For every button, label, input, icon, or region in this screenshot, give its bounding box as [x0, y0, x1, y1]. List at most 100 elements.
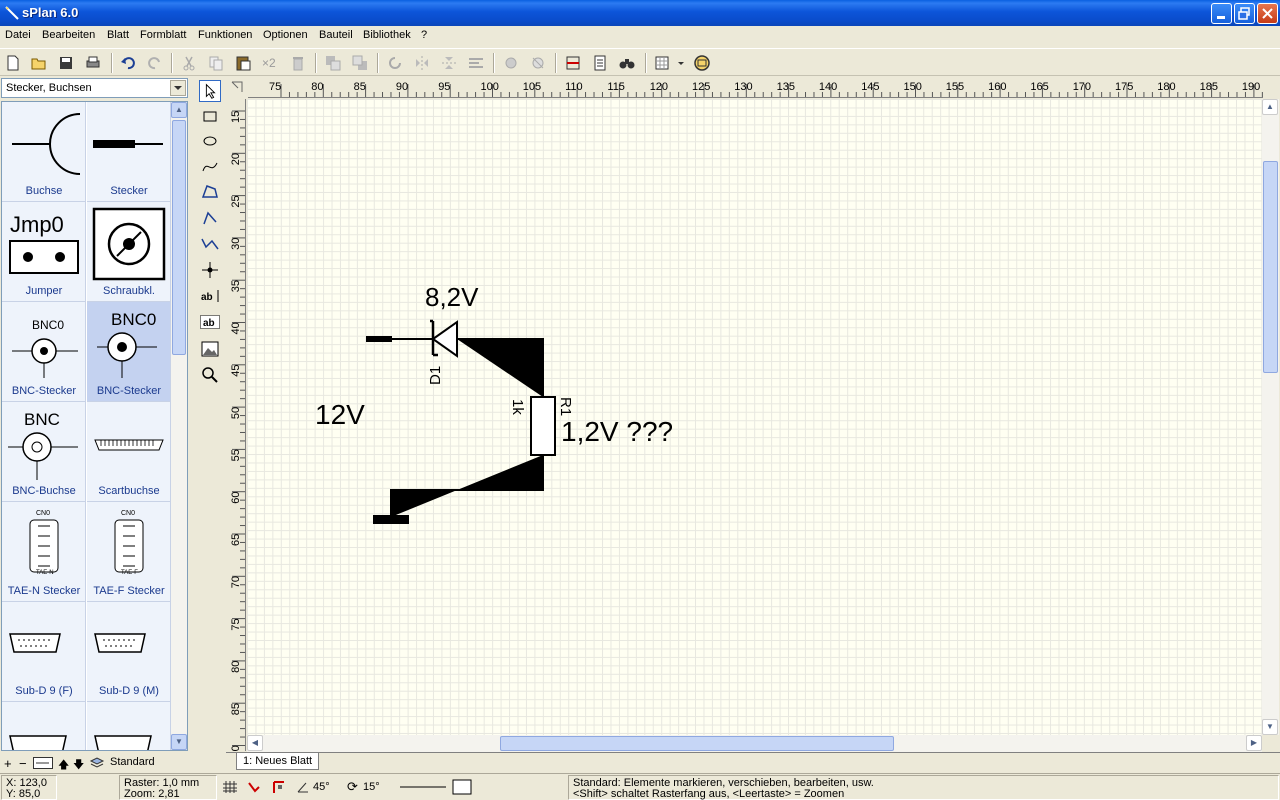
canvas-horizontal-scrollbar[interactable]: ◀ ▶	[247, 735, 1262, 752]
library-item-subd-partial[interactable]	[2, 702, 86, 750]
library-item-tae-f[interactable]: CN0 TAE-F TAE-F Stecker	[87, 502, 171, 602]
library-item-scartbuchse[interactable]: Scartbuchse	[87, 402, 171, 502]
scroll-right-icon[interactable]: ▶	[1246, 735, 1262, 751]
angle-snap-icon[interactable]	[296, 780, 310, 794]
input-voltage-label[interactable]: 12V	[315, 399, 365, 430]
zener-diode[interactable]	[430, 319, 458, 358]
rotate-snap-icon[interactable]: ⟳	[347, 779, 358, 795]
library-item-buchse[interactable]: Buchse	[2, 102, 86, 202]
duplicate-icon[interactable]: ×2	[262, 56, 280, 74]
menu-datei[interactable]: Datei	[5, 29, 31, 41]
library-item-subd9-f[interactable]: Sub-D 9 (F)	[2, 602, 86, 702]
delete-icon[interactable]	[289, 54, 307, 72]
menu-funktionen[interactable]: Funktionen	[198, 29, 252, 41]
menu-bibliothek[interactable]: Bibliothek	[363, 29, 411, 41]
library-item-bnc-stecker[interactable]: BNC0 BNC-Stecker	[2, 302, 86, 402]
scroll-down-icon[interactable]: ▼	[171, 734, 187, 750]
library-item-stecker[interactable]: Stecker	[87, 102, 171, 202]
resistor[interactable]	[530, 396, 556, 456]
mirror-h-icon[interactable]	[413, 54, 431, 72]
add-icon[interactable]: +	[4, 756, 12, 771]
library-item-bnc-buchse[interactable]: BNC BNC-Buchse	[2, 402, 86, 502]
new-file-icon[interactable]	[4, 54, 22, 72]
library-stack-icon[interactable]	[89, 756, 105, 770]
bom-icon[interactable]	[591, 54, 609, 72]
library-group-label[interactable]: Standard	[110, 756, 155, 768]
to-front-icon[interactable]	[324, 54, 342, 72]
zener-ref-label[interactable]: D1	[427, 366, 444, 385]
ellipse-tool-icon[interactable]	[199, 130, 221, 152]
junction-tool-icon[interactable]	[199, 259, 221, 281]
freehand-tool-icon[interactable]	[199, 155, 221, 177]
resistor-value-label[interactable]: 1k	[509, 399, 526, 415]
output-voltage-label[interactable]: 1,2V ???	[561, 416, 673, 447]
library-item-subd-partial[interactable]	[87, 702, 171, 750]
scroll-thumb[interactable]	[1263, 161, 1278, 373]
zoom-tool-icon[interactable]	[199, 364, 221, 386]
tab-sheet-1[interactable]: 1: Neues Blatt	[236, 753, 320, 770]
print-icon[interactable]	[84, 54, 102, 72]
snap-grid-icon[interactable]	[271, 780, 287, 794]
library-item-jumper[interactable]: Jmp0 Jumper	[2, 202, 86, 302]
mirror-v-icon[interactable]	[440, 54, 458, 72]
library-item-schraubkl[interactable]: Schraubkl.	[87, 202, 171, 302]
wire[interactable]	[390, 455, 544, 517]
menu-help[interactable]: ?	[421, 29, 427, 41]
pointer-tool-icon[interactable]	[199, 80, 221, 102]
zoom-icon[interactable]	[693, 54, 711, 72]
paste-icon[interactable]	[234, 54, 252, 72]
menu-optionen[interactable]: Optionen	[263, 29, 308, 41]
minimize-button[interactable]	[1211, 3, 1232, 24]
magnet-icon[interactable]	[246, 780, 262, 794]
undo-icon[interactable]	[119, 54, 137, 72]
copy-icon[interactable]	[207, 54, 225, 72]
ungroup-icon[interactable]	[529, 54, 547, 72]
angle-snap-value[interactable]: 45°	[313, 781, 330, 793]
scroll-left-icon[interactable]: ◀	[247, 735, 263, 751]
fill-style-icon[interactable]	[452, 779, 472, 795]
bezier-tool-icon[interactable]	[199, 233, 221, 255]
menu-bearbeiten[interactable]: Bearbeiten	[42, 29, 95, 41]
redo-icon[interactable]	[146, 54, 164, 72]
grid-toggle-icon[interactable]	[222, 780, 238, 794]
zener-value-label[interactable]: 8,2V	[425, 282, 479, 312]
ruler-horizontal[interactable]: 75 80 85 90 95 100 105 110 115 120 125 130 135 140 145…	[248, 78, 1263, 98]
input-connector[interactable]	[366, 336, 392, 342]
library-dropdown[interactable]: Stecker, Buchsen	[1, 78, 188, 98]
line-style-icon[interactable]	[398, 780, 448, 794]
align-icon[interactable]	[467, 54, 485, 72]
resistor-ref-label[interactable]: R1	[557, 397, 574, 416]
open-icon[interactable]	[30, 54, 48, 72]
menu-formblatt[interactable]: Formblatt	[140, 29, 186, 41]
to-back-icon[interactable]	[351, 54, 369, 72]
dropdown-arrow[interactable]	[170, 80, 186, 96]
grid-icon[interactable]	[653, 54, 671, 72]
snap-icon[interactable]	[564, 54, 582, 72]
cut-icon[interactable]	[180, 54, 198, 72]
text-tool-icon[interactable]: ab	[199, 285, 221, 307]
library-item-bnc-stecker-selected[interactable]: BNC0 BNC-Stecker	[87, 302, 171, 402]
library-item-tae-n[interactable]: CN0 TAE-N TAE-N Stecker	[2, 502, 86, 602]
remove-icon[interactable]: −	[19, 756, 27, 771]
close-button[interactable]	[1257, 3, 1278, 24]
group-icon[interactable]	[502, 54, 520, 72]
canvas-vertical-scrollbar[interactable]: ▲ ▼	[1262, 99, 1279, 735]
menu-blatt[interactable]: Blatt	[107, 29, 129, 41]
rename-icon[interactable]	[33, 757, 53, 769]
chevron-down-icon[interactable]	[676, 54, 686, 72]
image-tool-icon[interactable]	[199, 338, 221, 360]
ruler-vertical[interactable]: 15 20 25 30 35 40 45 50 55 60 65 70 75 80 85 90	[226, 99, 246, 751]
scroll-down-icon[interactable]: ▼	[1262, 719, 1278, 735]
ground-connector[interactable]	[373, 515, 409, 524]
scroll-thumb[interactable]	[172, 120, 186, 355]
menu-bauteil[interactable]: Bauteil	[319, 29, 353, 41]
textbox-tool-icon[interactable]: ab	[199, 311, 221, 333]
wire[interactable]	[457, 338, 544, 397]
scroll-up-icon[interactable]: ▲	[1262, 99, 1278, 115]
library-scrollbar[interactable]: ▲ ▼	[171, 102, 187, 750]
line-tool-icon[interactable]	[199, 207, 221, 229]
title-bar[interactable]: sPlan 6.0	[0, 0, 1280, 26]
scroll-thumb[interactable]	[500, 736, 894, 751]
drawing-canvas[interactable]: 8,2V D1 12V 1k R1 1,2V ???	[247, 99, 1262, 735]
polygon-tool-icon[interactable]	[199, 181, 221, 203]
